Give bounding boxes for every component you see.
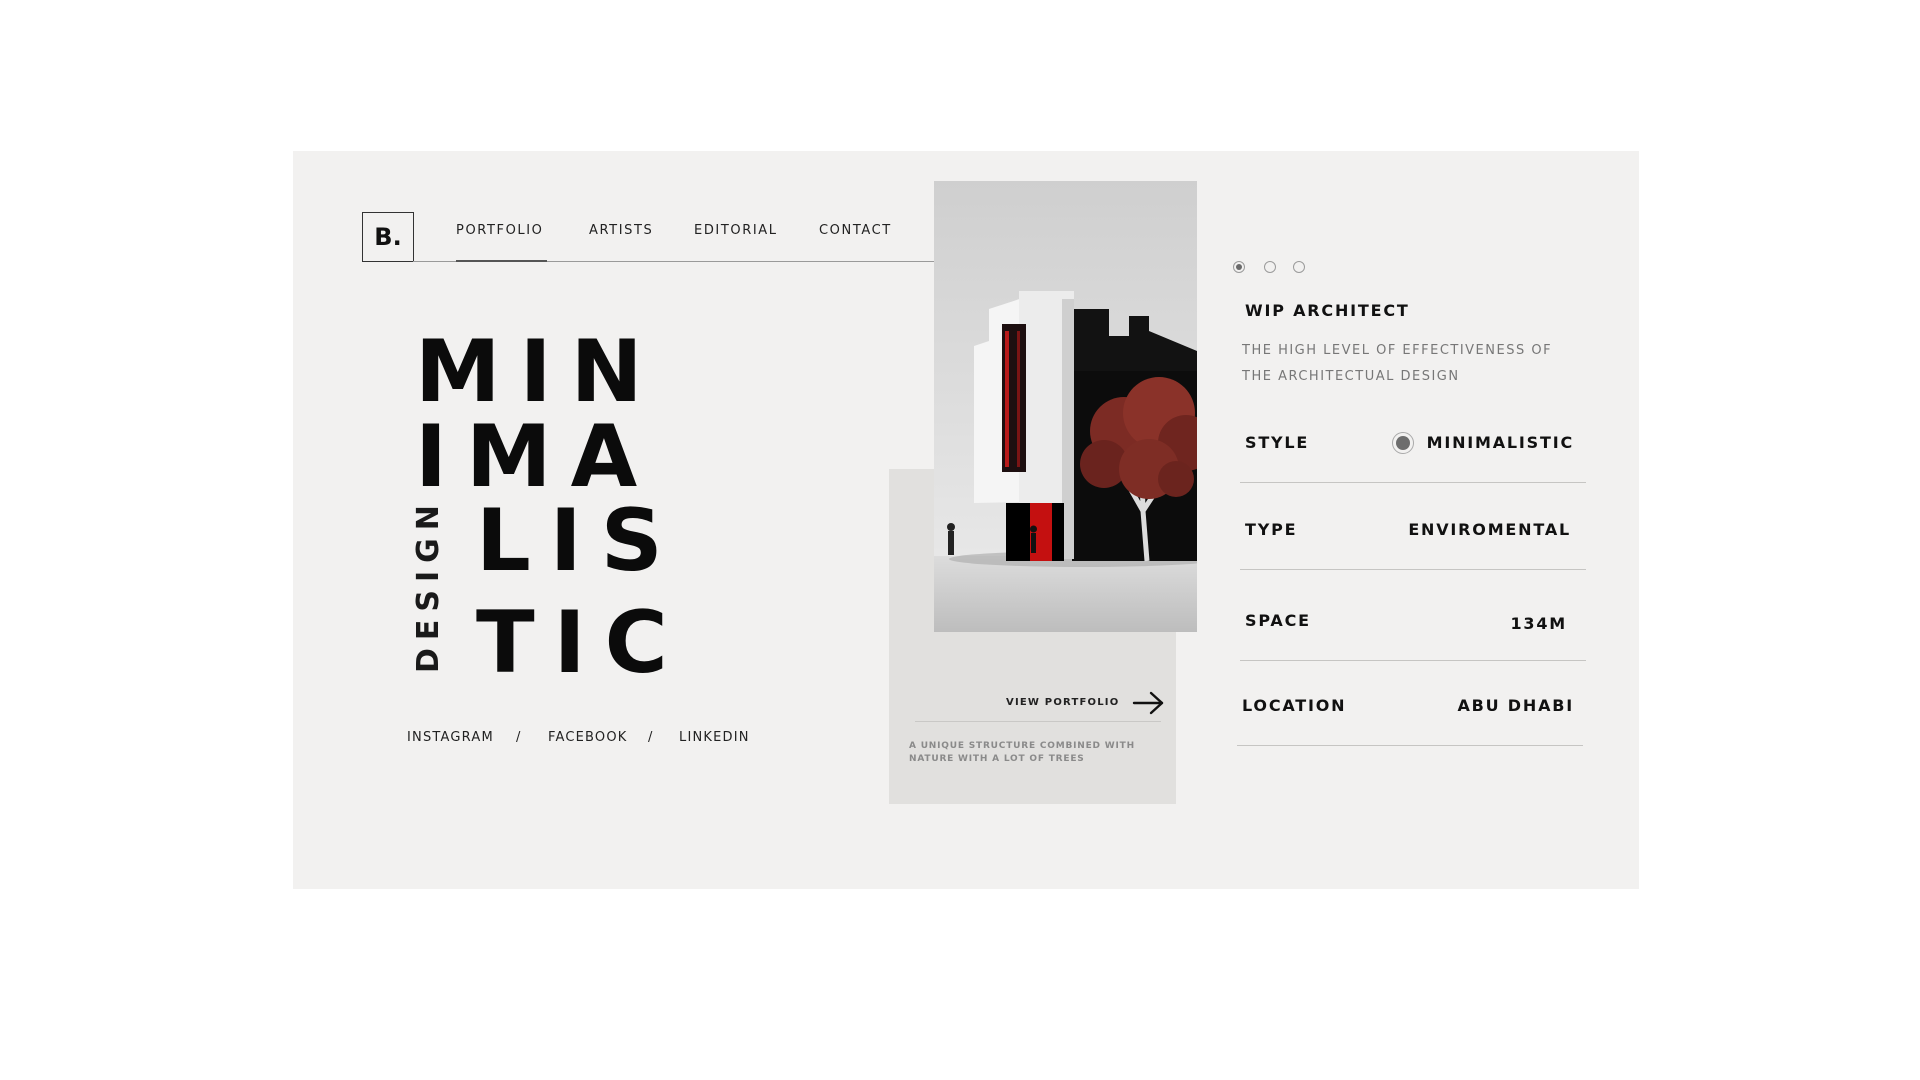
view-portfolio-link[interactable]: VIEW PORTFOLIO <box>1006 697 1119 708</box>
spec-value-space: 134M <box>1510 614 1567 633</box>
hero-line-4: TIC <box>476 593 687 693</box>
spec-label-type: TYPE <box>1245 520 1298 539</box>
radio-filled-icon <box>1392 432 1414 454</box>
social-link-linkedin[interactable]: LINKEDIN <box>679 730 750 745</box>
carousel-dot-3[interactable] <box>1293 261 1305 273</box>
spec-value-type: ENVIROMENTAL <box>1408 520 1571 539</box>
nav-item-contact[interactable]: CONTACT <box>819 223 892 238</box>
building-photo[interactable] <box>934 181 1197 632</box>
carousel-dot-1[interactable] <box>1233 261 1245 273</box>
social-link-instagram[interactable]: INSTAGRAM <box>407 730 494 745</box>
project-title: WIP ARCHITECT <box>1245 301 1410 320</box>
project-description: THE HIGH LEVEL OF EFFECTIVENESS OF THE A… <box>1242 343 1553 384</box>
hero-vertical-word: DESIGN <box>411 497 446 673</box>
nav-item-artists[interactable]: ARTISTS <box>589 223 653 238</box>
arrow-right-icon[interactable] <box>1132 690 1166 716</box>
spec-value-location: ABU DHABI <box>1457 696 1574 715</box>
nav-active-indicator <box>456 260 547 262</box>
landing-card: B. PORTFOLIO ARTISTS EDITORIAL CONTACT M… <box>293 151 1639 889</box>
spec-divider <box>1240 569 1586 570</box>
spec-divider <box>1240 660 1586 661</box>
spec-label-space: SPACE <box>1245 611 1311 630</box>
social-link-facebook[interactable]: FACEBOOK <box>548 730 628 745</box>
social-separator: / <box>516 730 522 745</box>
spec-divider <box>1240 482 1586 483</box>
hero-line-2: IMA <box>415 407 657 507</box>
spec-label-style: STYLE <box>1245 433 1310 452</box>
carousel-dot-2[interactable] <box>1264 261 1276 273</box>
brand-logo[interactable]: B. <box>362 212 414 262</box>
nav-item-portfolio[interactable]: PORTFOLIO <box>456 223 544 238</box>
hero-line-1: MIN <box>415 322 662 422</box>
spec-label-location: LOCATION <box>1242 696 1347 715</box>
panel-divider <box>915 721 1161 722</box>
social-separator: / <box>648 730 654 745</box>
spec-divider <box>1237 745 1583 746</box>
hero-line-3: LIS <box>476 491 682 591</box>
nav-item-editorial[interactable]: EDITORIAL <box>694 223 778 238</box>
spec-value-style: MINIMALISTIC <box>1426 433 1574 452</box>
feature-caption: A UNIQUE STRUCTURE COMBINED WITH NATURE … <box>909 741 1135 764</box>
